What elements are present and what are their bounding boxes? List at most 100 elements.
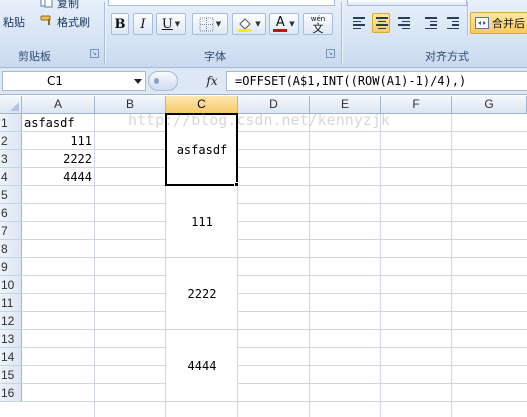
vertical-align-buttons[interactable]: [347, 0, 467, 6]
row-gridline: [22, 365, 527, 366]
row-header-8[interactable]: 8: [0, 240, 22, 258]
clipboard-dialog-launcher-icon[interactable]: ↘: [90, 49, 99, 58]
name-box[interactable]: C1: [2, 71, 146, 91]
active-cell-border: [165, 113, 238, 186]
cell-c9[interactable]: 2222: [166, 285, 238, 303]
copy-icon[interactable]: [40, 0, 54, 8]
font-group-label: 字体: [204, 50, 226, 63]
align-center-button[interactable]: [372, 13, 390, 33]
row-header-14[interactable]: 14: [0, 348, 22, 366]
insert-function-button[interactable]: fx: [200, 71, 224, 91]
chevron-down-icon: ▼: [215, 20, 222, 28]
row-header-13[interactable]: 13: [0, 330, 22, 348]
row-header-15[interactable]: 15: [0, 366, 22, 384]
column-gridline: [94, 114, 95, 417]
row-gridline: [22, 329, 527, 330]
cell-c5[interactable]: 111: [166, 213, 238, 231]
bold-button[interactable]: B: [111, 13, 129, 35]
ribbon: 粘贴 复制 格式刷 剪贴板 ↘ B I U ▼ ▼ ▼ A ▼ wén 文 字体…: [0, 0, 527, 68]
worksheet-grid[interactable]: A B C D E F G 1 2 3 4 5 6 7 8 9 10 11 12 13 14 15 16 asfasdf 111…: [0, 96, 527, 417]
cell-a2[interactable]: 111: [24, 132, 92, 150]
column-gridline: [451, 114, 452, 417]
align-right-button[interactable]: [395, 13, 413, 33]
row-header-9[interactable]: 9: [0, 258, 22, 276]
font-name-dropdown[interactable]: [108, 0, 335, 6]
resize-grip-icon: [154, 78, 159, 84]
underline-button[interactable]: U ▼: [156, 13, 186, 35]
fill-color-button[interactable]: ▼: [232, 13, 266, 35]
column-header-g[interactable]: G: [452, 96, 527, 114]
alignment-group-label: 对齐方式: [425, 50, 469, 63]
row-gridline: [22, 203, 527, 204]
fill-bucket-icon: [238, 18, 253, 32]
column-header-e[interactable]: E: [310, 96, 381, 114]
italic-button[interactable]: I: [133, 13, 153, 35]
format-painter-icon[interactable]: [40, 14, 54, 26]
row-gridline: [22, 185, 527, 186]
chevron-down-icon: ▼: [289, 20, 295, 28]
row-gridline: [22, 401, 527, 402]
row-gridline: [22, 239, 527, 240]
group-divider: [467, 2, 468, 36]
group-divider: [104, 2, 105, 64]
cell-c13[interactable]: 4444: [166, 357, 238, 375]
row-header-5[interactable]: 5: [0, 186, 22, 204]
merge-cells-icon: [475, 17, 489, 29]
row-header-4[interactable]: 4: [0, 168, 22, 186]
formula-bar: C1 fx =OFFSET(A$1,INT((ROW(A1)-1)/4),): [0, 68, 527, 95]
column-header-f[interactable]: F: [381, 96, 452, 114]
column-gridline: [380, 114, 381, 417]
formula-bar-resize-handle[interactable]: [148, 71, 178, 91]
row-header-2[interactable]: 2: [0, 132, 22, 150]
chevron-down-icon: ▼: [174, 20, 181, 28]
row-header-10[interactable]: 10: [0, 276, 22, 294]
clipboard-group-label: 剪贴板: [18, 50, 51, 63]
row-gridline: [22, 311, 527, 312]
cell-a3[interactable]: 2222: [24, 150, 92, 168]
merge-center-button[interactable]: 合并后: [470, 12, 527, 34]
phonetic-guide-button[interactable]: wén 文: [303, 13, 333, 35]
row-header-16[interactable]: 16: [0, 384, 22, 402]
formula-input[interactable]: =OFFSET(A$1,INT((ROW(A1)-1)/4),): [226, 71, 527, 91]
row-gridline: [22, 293, 527, 294]
cell-a1[interactable]: asfasdf: [24, 114, 92, 132]
row-header-7[interactable]: 7: [0, 222, 22, 240]
column-header-d[interactable]: D: [238, 96, 310, 114]
decrease-indent-button[interactable]: [422, 13, 440, 33]
row-header-12[interactable]: 12: [0, 312, 22, 330]
row-header-1[interactable]: 1: [0, 114, 22, 132]
font-color-swatch: [273, 28, 288, 32]
column-gridline: [309, 114, 310, 417]
row-gridline: [22, 347, 527, 348]
row-gridline: [22, 221, 527, 222]
borders-icon: [199, 17, 214, 31]
chevron-down-icon: ▼: [255, 20, 261, 28]
font-dialog-launcher-icon[interactable]: ↘: [326, 49, 335, 58]
select-all-button[interactable]: [0, 96, 22, 114]
cell-a4[interactable]: 4444: [24, 168, 92, 186]
row-gridline: [22, 257, 527, 258]
format-painter-button-label[interactable]: 格式刷: [57, 14, 90, 30]
fill-handle[interactable]: [234, 182, 239, 187]
paste-button[interactable]: 粘贴: [0, 6, 30, 38]
row-gridline: [22, 167, 527, 168]
row-gridline: [22, 131, 527, 132]
name-box-dropdown-icon[interactable]: [134, 79, 142, 84]
paste-label: 粘贴: [3, 16, 25, 29]
row-header-3[interactable]: 3: [0, 150, 22, 168]
select-all-icon: [10, 102, 19, 111]
row-header-11[interactable]: 11: [0, 294, 22, 312]
copy-button-label[interactable]: 复制: [57, 0, 79, 11]
borders-button[interactable]: ▼: [192, 13, 228, 35]
column-header-c[interactable]: C: [166, 96, 238, 114]
row-gridline: [22, 149, 527, 150]
increase-indent-button[interactable]: [444, 13, 462, 33]
row-header-6[interactable]: 6: [0, 204, 22, 222]
align-left-button[interactable]: [350, 13, 368, 33]
column-header-a[interactable]: A: [22, 96, 95, 114]
column-header-b[interactable]: B: [95, 96, 166, 114]
row-gridline: [22, 383, 527, 384]
font-color-button[interactable]: A ▼: [269, 13, 299, 35]
row-gridline: [22, 275, 527, 276]
group-divider: [341, 2, 342, 64]
